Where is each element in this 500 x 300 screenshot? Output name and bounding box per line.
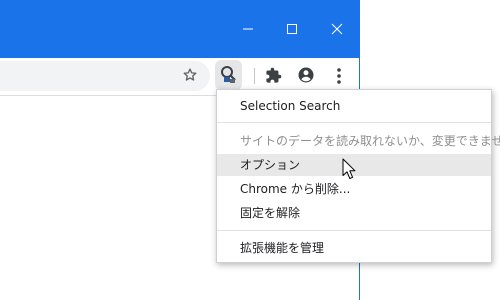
- toolbar-divider: [254, 68, 255, 84]
- maximize-button[interactable]: [272, 17, 312, 41]
- minimize-button[interactable]: [228, 17, 268, 41]
- selection-search-extension-icon: [221, 66, 236, 83]
- bookmark-star-icon[interactable]: [182, 67, 198, 83]
- address-bar[interactable]: [0, 61, 210, 91]
- minimize-icon: [243, 28, 253, 30]
- maximize-icon: [287, 24, 297, 34]
- title-bar: [0, 0, 359, 58]
- close-button[interactable]: [317, 17, 357, 41]
- menu-separator: [217, 122, 491, 123]
- menu-item-manage-extensions[interactable]: 拡張機能を管理: [217, 237, 491, 259]
- menu-item-unpin[interactable]: 固定を解除: [217, 202, 491, 224]
- menu-separator: [217, 230, 491, 231]
- extensions-puzzle-icon[interactable]: [265, 67, 282, 84]
- profile-icon[interactable]: [297, 66, 315, 84]
- close-icon: [331, 23, 343, 35]
- menu-item-extension-name[interactable]: Selection Search: [217, 95, 491, 117]
- mouse-cursor-icon: [342, 158, 356, 179]
- more-menu-icon[interactable]: [331, 67, 347, 85]
- selection-search-extension-button[interactable]: [215, 60, 242, 90]
- menu-item-site-access-disabled: サイトのデータを読み取れないか、変更できません: [240, 134, 500, 148]
